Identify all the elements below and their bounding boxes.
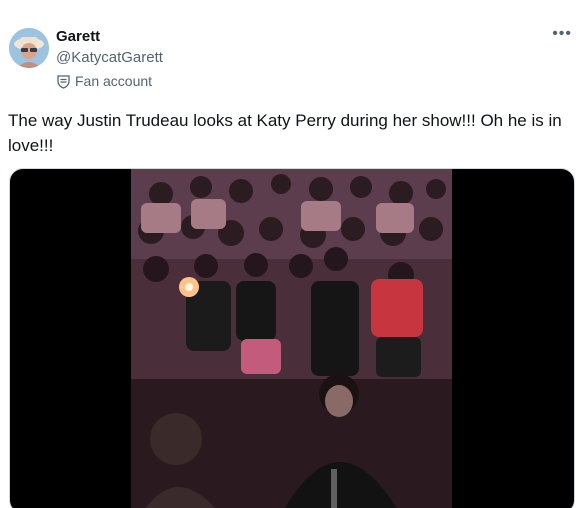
avatar[interactable] xyxy=(9,28,49,68)
video-frame[interactable] xyxy=(131,169,452,508)
fan-account-icon xyxy=(56,74,71,89)
account-label-text: Fan account xyxy=(75,73,153,89)
tweet-card[interactable]: Garett @KatycatGarett Fan account ••• Th… xyxy=(0,0,584,508)
tweet-text: The way Justin Trudeau looks at Katy Per… xyxy=(8,111,562,155)
author-name[interactable]: Garett xyxy=(56,28,100,46)
more-dots-icon[interactable]: ••• xyxy=(552,26,572,42)
author-handle[interactable]: @KatycatGarett xyxy=(56,49,163,67)
account-label[interactable]: Fan account xyxy=(56,72,152,90)
video-scene-illustration xyxy=(131,169,452,508)
video-media[interactable] xyxy=(9,168,575,508)
